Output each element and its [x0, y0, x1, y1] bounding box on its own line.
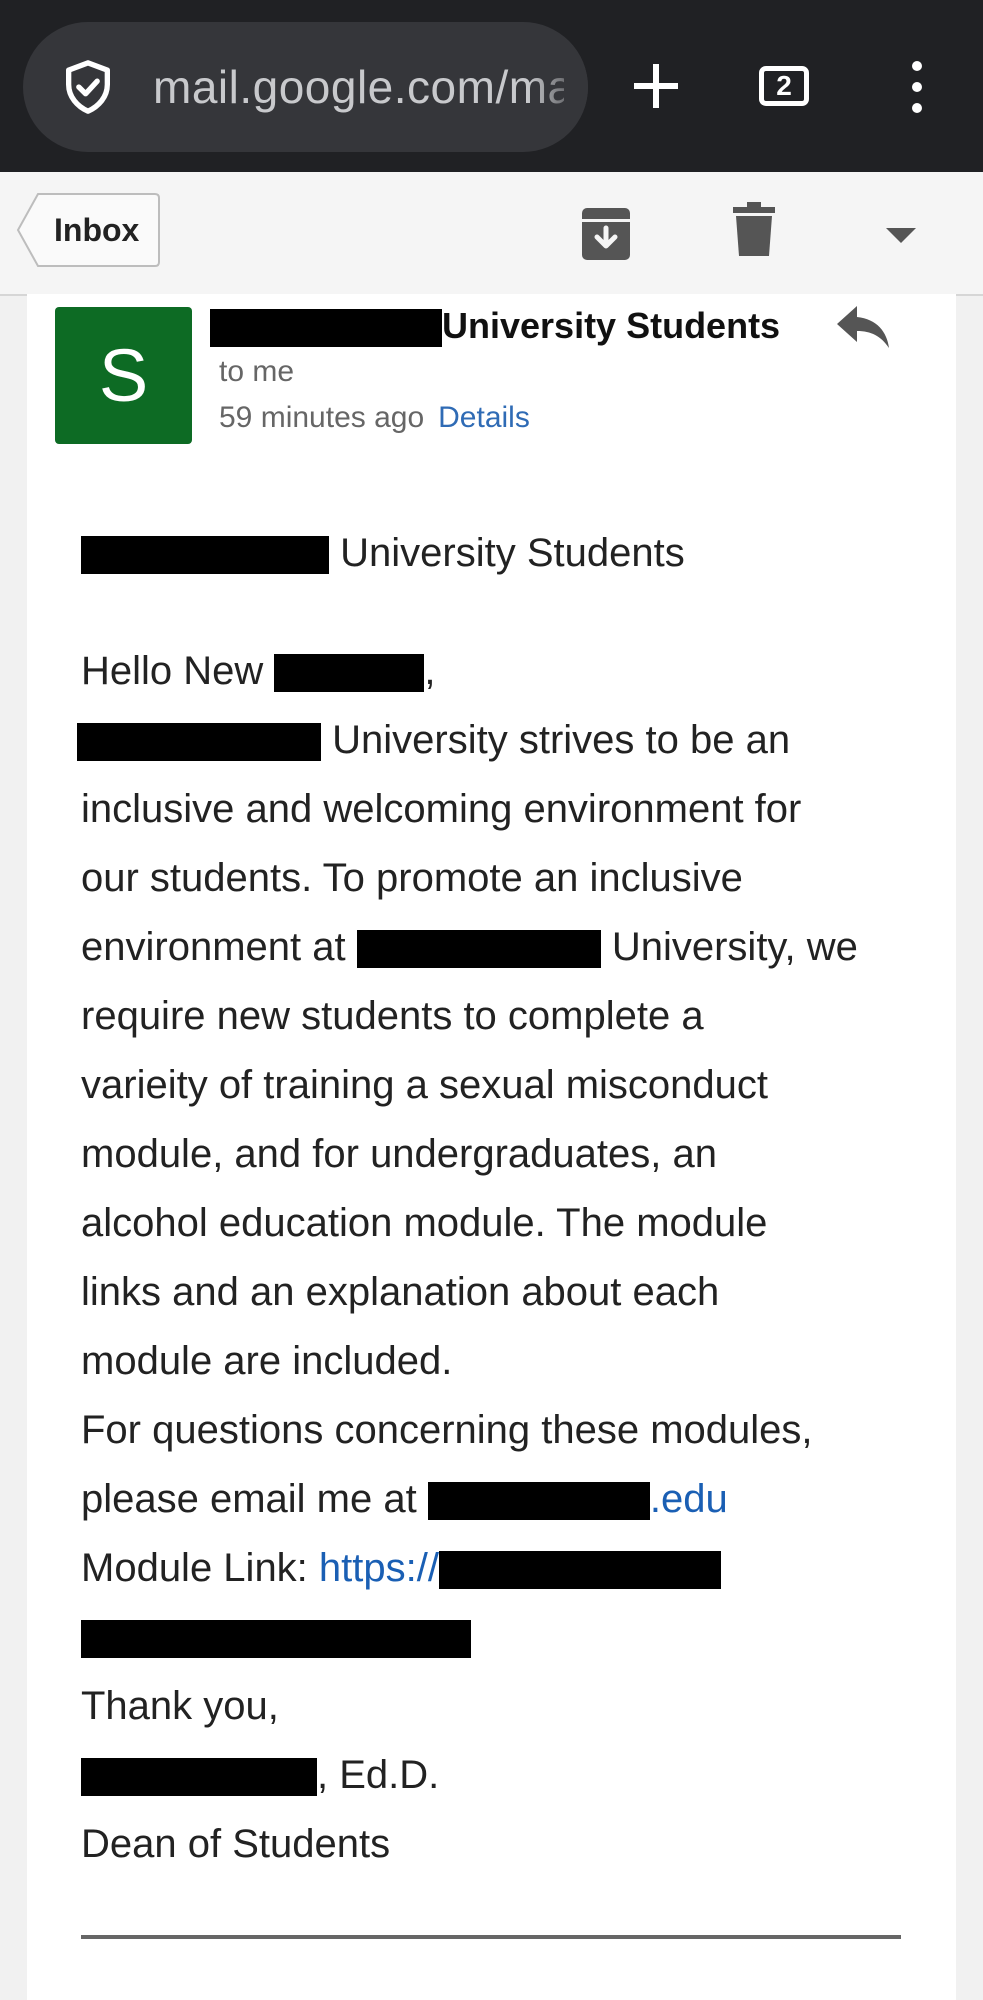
plus-icon[interactable]	[628, 58, 684, 114]
paragraph-line: links and an explanation about each	[81, 1270, 720, 1314]
trash-icon[interactable]	[733, 202, 775, 256]
paragraph-line: alcohol education module. The module	[81, 1201, 768, 1245]
signature-title: Dean of Students	[81, 1822, 391, 1866]
sender-suffix: University Students	[442, 305, 781, 346]
paragraph-line: inclusive and welcoming environment for	[81, 787, 802, 831]
inbox-label: Inbox	[54, 212, 140, 248]
email-link[interactable]: .edu	[427, 1477, 728, 1521]
timestamp: 59 minutes ago	[219, 401, 425, 434]
redaction-bar	[81, 536, 329, 575]
module-link-continuation	[81, 1603, 951, 1672]
paragraph-text: University, we	[611, 925, 858, 969]
paragraph-line: For questions concerning these modules,	[81, 1408, 813, 1452]
paragraph-line: module, and for undergraduates, an	[81, 1132, 717, 1176]
url-text[interactable]: mail.google.com/mail	[153, 54, 564, 120]
avatar: S	[55, 307, 192, 444]
paragraph-line: please email me at .edu	[81, 1465, 951, 1534]
sender-name: University Students	[210, 300, 780, 352]
module-link-line: Module Link: https://	[81, 1534, 951, 1603]
redaction-bar	[274, 654, 425, 693]
greeting: Hello New ,	[81, 637, 951, 706]
body-subject: University Students	[81, 519, 951, 588]
address-bar[interactable]: mail.google.com/mail	[23, 22, 588, 152]
redaction-bar	[210, 309, 442, 348]
redaction-bar	[438, 1551, 721, 1590]
greeting-comma: ,	[424, 649, 436, 693]
paragraph-text: please email me at	[81, 1477, 417, 1521]
email-suffix[interactable]: .edu	[650, 1477, 728, 1521]
mail-toolbar: Inbox	[0, 172, 983, 296]
paragraph-line: module are included.	[81, 1339, 453, 1383]
paragraph-line: University strives to be an	[77, 706, 951, 775]
caret-down-icon[interactable]	[884, 224, 918, 246]
message-body: University Students Hello New , Universi…	[77, 519, 951, 1879]
recipient-label: to me	[219, 355, 295, 388]
details-link[interactable]: Details	[438, 401, 530, 434]
message-meta: 59 minutes ago Details	[219, 398, 530, 438]
tab-switcher-button[interactable]: 2	[759, 66, 809, 106]
message-card: S University Students to me 59 minutes a…	[27, 294, 956, 2000]
divider	[81, 1935, 901, 1939]
paragraph-line: varieity of training a sexual misconduct	[81, 1063, 768, 1107]
signature: , Ed.D.	[81, 1741, 951, 1810]
subject-suffix: University Students	[340, 531, 685, 575]
more-vert-icon[interactable]	[900, 58, 934, 116]
url-fade	[528, 22, 588, 152]
redaction-bar	[81, 1758, 317, 1797]
module-link[interactable]: https://	[319, 1546, 721, 1590]
paragraph-line: require new students to complete a	[81, 994, 704, 1038]
back-to-inbox-button[interactable]: Inbox	[16, 192, 161, 268]
redaction-bar	[427, 1482, 650, 1521]
paragraph-text: environment at	[81, 925, 346, 969]
browser-toolbar: mail.google.com/mail 2	[0, 0, 983, 172]
shield-check-icon[interactable]	[59, 58, 117, 116]
paragraph-text: University strives to be an	[332, 718, 791, 762]
redaction-bar	[77, 723, 321, 762]
greeting-text: Hello New	[81, 649, 264, 693]
paragraph-line: our students. To promote an inclusive	[81, 856, 743, 900]
redaction-bar	[81, 1620, 471, 1659]
signature-suffix: , Ed.D.	[317, 1753, 440, 1797]
closing: Thank you,	[81, 1684, 279, 1728]
paragraph-line: environment at University, we	[81, 913, 951, 982]
reply-icon[interactable]	[835, 304, 891, 350]
archive-icon[interactable]	[580, 206, 632, 262]
redaction-bar	[356, 930, 601, 969]
module-label: Module Link:	[81, 1546, 308, 1590]
module-link-prefix[interactable]: https://	[319, 1546, 439, 1590]
